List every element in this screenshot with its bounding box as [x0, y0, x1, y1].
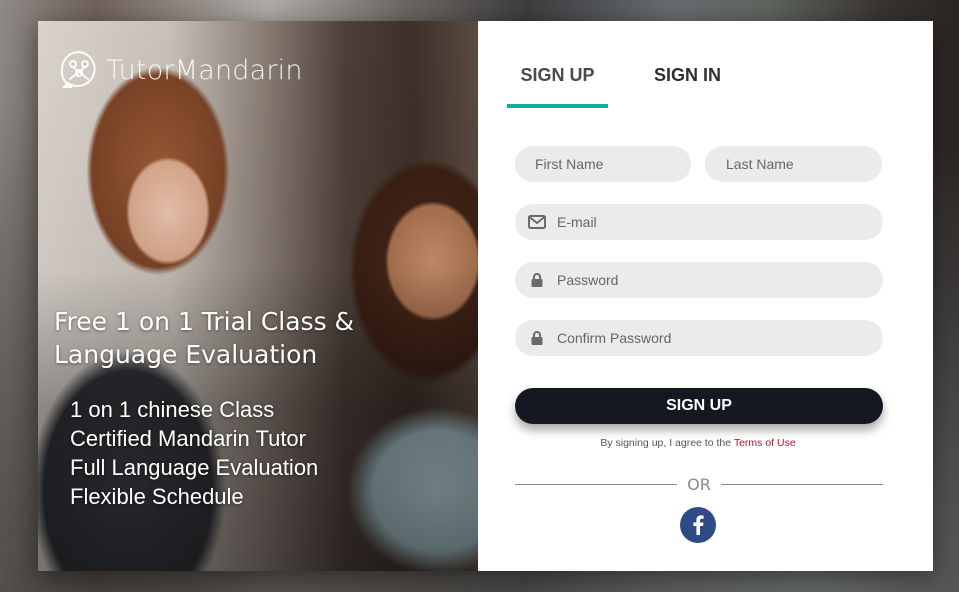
auth-tabs: SIGN UP SIGN IN: [507, 61, 721, 90]
feature-list: 1 on 1 chinese Class Certified Mandarin …: [70, 395, 318, 511]
terms-of-use-link[interactable]: Terms of Use: [734, 437, 796, 449]
tab-sign-up[interactable]: SIGN UP: [507, 61, 608, 90]
sign-up-button[interactable]: SIGN UP: [515, 388, 883, 424]
feature-item: Full Language Evaluation: [70, 455, 319, 480]
brand-name: TutorMandarin: [106, 54, 303, 86]
active-tab-indicator: [507, 104, 608, 108]
or-label: OR: [687, 474, 711, 494]
divider-line-right: [720, 483, 883, 485]
lock-icon: [515, 331, 557, 345]
first-name-field: [515, 146, 691, 182]
hero-headline: Free 1 on 1 Trial Class & Language Evalu…: [54, 305, 454, 371]
headline-line-1: Free 1 on 1 Trial Class &: [54, 307, 355, 336]
first-name-input[interactable]: [535, 146, 691, 182]
terms-notice: By signing up, I agree to the Terms of U…: [478, 437, 918, 449]
form-panel: SIGN UP SIGN IN First Name Last Name E-m…: [478, 21, 933, 571]
feature-item: 1 on 1 chinese Class: [70, 397, 275, 422]
last-name-field: [705, 146, 882, 182]
speech-bubble-knot-icon: [60, 50, 96, 88]
or-divider: OR: [515, 474, 883, 494]
hero-panel: TutorMandarin Free 1 on 1 Trial Class & …: [38, 21, 478, 571]
envelope-icon: [515, 215, 557, 229]
email-field: [515, 204, 883, 240]
facebook-icon: [693, 515, 704, 535]
headline-line-2: Language Evaluation: [54, 340, 318, 369]
feature-item: Flexible Schedule: [70, 484, 244, 509]
facebook-login-button[interactable]: [680, 507, 716, 543]
last-name-input[interactable]: [726, 146, 882, 182]
brand-logo: TutorMandarin: [58, 49, 303, 91]
signup-modal: TutorMandarin Free 1 on 1 Trial Class & …: [38, 21, 933, 571]
tab-sign-in[interactable]: SIGN IN: [654, 61, 721, 90]
password-field: [515, 262, 883, 298]
divider-line-left: [515, 483, 678, 485]
lock-icon: [515, 273, 557, 287]
password-input[interactable]: [557, 262, 883, 298]
terms-prefix: By signing up, I agree to the: [600, 437, 734, 449]
email-input[interactable]: [557, 204, 883, 240]
feature-item: Certified Mandarin Tutor: [70, 426, 306, 451]
confirm-password-field: [515, 320, 883, 356]
confirm-password-input[interactable]: [557, 320, 883, 356]
